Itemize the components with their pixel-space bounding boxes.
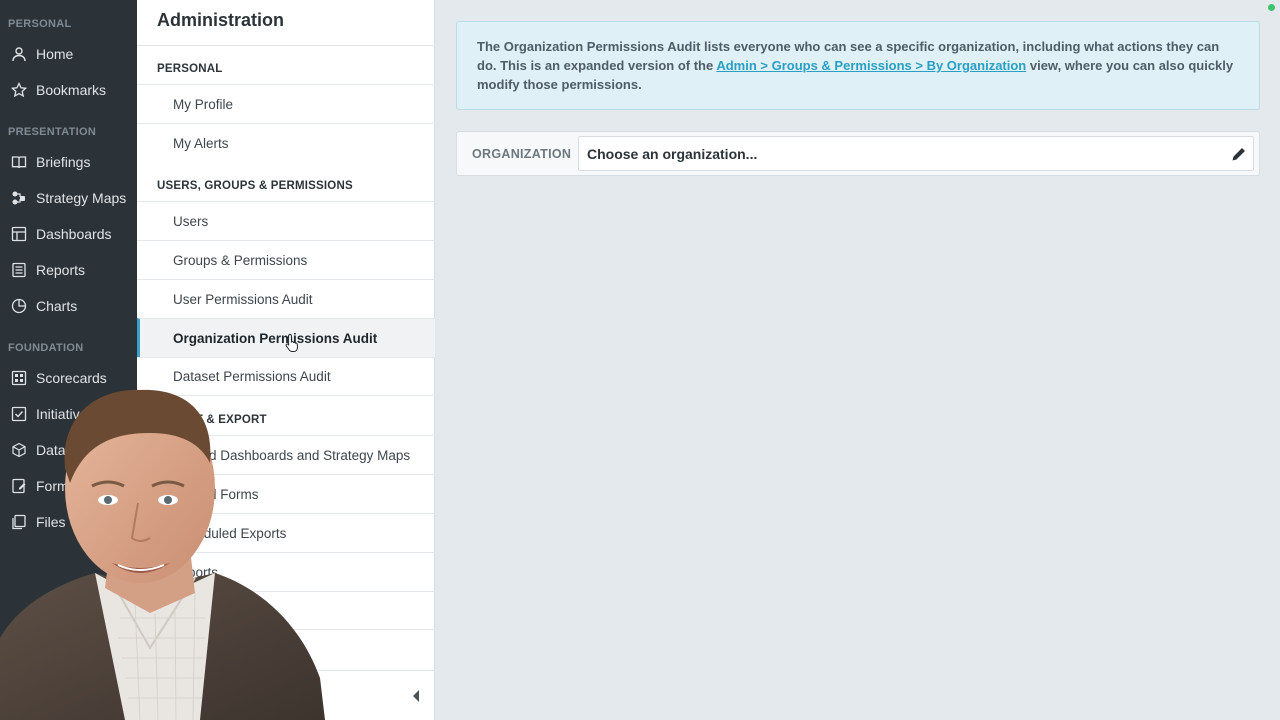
organization-label: ORGANIZATION	[472, 147, 572, 161]
admin-item-my-alerts[interactable]: My Alerts	[137, 123, 435, 162]
nav-item-reports[interactable]: Reports	[0, 255, 137, 285]
admin-title: Administration	[157, 10, 285, 30]
info-banner: The Organization Permissions Audit lists…	[456, 21, 1260, 110]
organization-select[interactable]: Choose an organization...	[578, 136, 1254, 171]
nav-item-dashboards[interactable]: Dashboards	[0, 219, 137, 249]
nav-section-personal: PERSONAL	[8, 18, 72, 30]
nav-item-briefings[interactable]: Briefings	[0, 147, 137, 177]
nav-item-label: Charts	[36, 298, 78, 314]
scorecard-icon	[10, 369, 28, 387]
user-icon	[10, 45, 28, 63]
divider	[137, 45, 435, 46]
nav-item-label: Bookmarks	[36, 82, 107, 98]
admin-groups-link[interactable]: Admin > Groups & Permissions > By Organi…	[716, 58, 1026, 73]
nav-item-bookmarks[interactable]: Bookmarks	[0, 75, 137, 105]
pencil-icon[interactable]	[1231, 146, 1247, 162]
nav-section-presentation: PRESENTATION	[8, 126, 97, 138]
admin-section-users: USERS, GROUPS & PERMISSIONS	[157, 180, 353, 192]
nav-item-label: Dashboards	[36, 226, 112, 242]
admin-item-my-profile[interactable]: My Profile	[137, 84, 435, 123]
nav-item-label: Reports	[36, 262, 86, 278]
report-icon	[10, 261, 28, 279]
organization-select-value: Choose an organization...	[587, 145, 758, 162]
hand-cursor-icon	[285, 333, 298, 352]
nav-section-foundation: FOUNDATION	[8, 342, 84, 354]
status-indicator	[1268, 4, 1275, 11]
star-icon	[10, 81, 28, 99]
dashboard-icon	[10, 225, 28, 243]
nav-item-home[interactable]: Home	[0, 39, 137, 69]
nav-item-charts[interactable]: Charts	[0, 291, 137, 321]
organization-filter: ORGANIZATION Choose an organization...	[456, 131, 1260, 176]
nav-item-strategy-maps[interactable]: Strategy Maps	[0, 183, 137, 213]
nav-item-label: Home	[36, 46, 74, 62]
collapse-arrow-icon[interactable]	[411, 689, 421, 703]
nav-item-label: Strategy Maps	[36, 190, 127, 206]
book-icon	[10, 153, 28, 171]
admin-item-user-permissions-audit[interactable]: User Permissions Audit	[137, 279, 435, 318]
admin-item-groups-permissions[interactable]: Groups & Permissions	[137, 240, 435, 279]
nav-item-label: Scorecards	[36, 370, 107, 386]
presenter-video-overlay	[0, 389, 325, 720]
nav-item-label: Briefings	[36, 154, 91, 170]
admin-item-users[interactable]: Users	[137, 201, 435, 240]
strategy-map-icon	[10, 189, 28, 207]
admin-section-personal: PERSONAL	[157, 63, 223, 75]
pie-chart-icon	[10, 297, 28, 315]
